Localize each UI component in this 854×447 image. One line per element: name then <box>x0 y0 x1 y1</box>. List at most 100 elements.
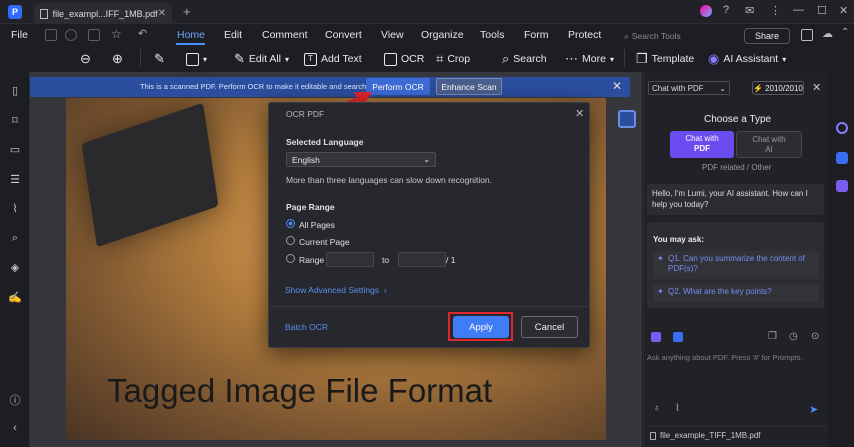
page-thumbnail-icon[interactable] <box>618 110 636 128</box>
batch-ocr-link[interactable]: Batch OCR <box>285 322 328 332</box>
more-button[interactable]: ⋯ More ▾ <box>565 50 614 68</box>
share-button[interactable]: Share <box>744 28 790 44</box>
chevron-right-icon: › <box>384 285 387 295</box>
range-to-input[interactable] <box>398 252 446 267</box>
menu-organize[interactable]: Organize <box>421 29 464 41</box>
send-icon[interactable]: ➤ <box>809 403 818 416</box>
signature-icon[interactable]: ✍ <box>8 291 22 304</box>
suggestion-q1[interactable]: ✦ Q1. Can you summarize the content of P… <box>653 251 819 279</box>
sparkle-icon: ✦ <box>657 254 664 263</box>
translate-icon[interactable] <box>673 332 683 342</box>
new-tab-button[interactable]: + <box>183 4 191 19</box>
menu-convert[interactable]: Convert <box>325 29 362 41</box>
left-sidebar <box>0 72 30 447</box>
print-icon[interactable] <box>65 29 77 41</box>
chat-with-ai-tab[interactable]: Chat with AI <box>736 131 802 158</box>
layers-icon[interactable]: ☰ <box>8 173 22 186</box>
chat-mode-select[interactable]: Chat with PDF ⌄ <box>648 81 730 95</box>
lightbulb-icon[interactable]: ♁ <box>653 403 661 414</box>
undo-icon[interactable] <box>88 29 100 41</box>
template-button[interactable]: ❒ Template <box>636 50 694 68</box>
range-label: Range <box>299 255 325 265</box>
enhance-scan-button[interactable]: Enhance Scan <box>436 78 502 95</box>
close-window-button[interactable]: ✕ <box>839 4 848 17</box>
page-range-label: Page Range <box>286 202 335 212</box>
translate-sidebar-icon[interactable] <box>836 152 848 164</box>
menu-tools[interactable]: Tools <box>480 29 505 41</box>
apply-button[interactable]: Apply <box>453 316 509 338</box>
settings-icon[interactable]: ⊙ <box>811 331 819 342</box>
edit-all-button[interactable]: ✎ Edit All ▾ <box>234 50 289 68</box>
search-icon[interactable]: ⌕ <box>8 232 22 245</box>
ocr-button[interactable]: OCR <box>384 50 424 68</box>
current-page-radio[interactable] <box>286 236 295 245</box>
chat-with-pdf-tab[interactable]: Chat with PDF <box>670 131 734 158</box>
menu-protect[interactable]: Protect <box>568 29 601 41</box>
save-icon[interactable] <box>45 29 57 41</box>
tab-close-icon[interactable]: ✕ <box>158 8 166 19</box>
more-icon[interactable]: ⋮ <box>770 4 781 17</box>
highlight-button[interactable]: ✎ <box>154 50 165 68</box>
attached-file[interactable]: file_example_TIFF_1MB.pdf <box>650 431 761 440</box>
suggestion-q2[interactable]: ✦ Q2. What are the key points? <box>653 284 819 302</box>
ai-bot-icon[interactable] <box>836 122 848 134</box>
suggestion-q1-text: Q1. Can you summarize the content of PDF… <box>668 254 805 273</box>
search-button[interactable]: ⌕ Search <box>502 50 547 68</box>
banner-close-icon[interactable]: ✕ <box>612 79 622 93</box>
range-from-input[interactable] <box>326 252 374 267</box>
panel-close-icon[interactable]: ✕ <box>812 81 821 94</box>
assistant-greeting: Hello, I'm Lumi, your AI assistant. How … <box>647 184 824 215</box>
attachment-icon[interactable]: ⌇ <box>8 202 22 215</box>
app-logo-icon[interactable]: P <box>8 5 22 19</box>
zoom-in-button[interactable]: ⊕ <box>112 50 123 68</box>
page-icon[interactable]: ▯ <box>8 84 22 97</box>
menu-home[interactable]: Home <box>177 29 205 41</box>
ask-input[interactable]: Ask anything about PDF. Press '#' for Pr… <box>647 353 802 362</box>
file-icon <box>40 8 48 19</box>
search-tools-input[interactable]: ⌕ Search Tools <box>624 29 752 43</box>
cloud-icon[interactable]: ☁ <box>822 27 833 40</box>
attach-icon[interactable]: ⌇ <box>675 403 680 414</box>
menu-form[interactable]: Form <box>524 29 549 41</box>
bookmark-icon[interactable]: ⌑ <box>8 114 22 127</box>
crop-button[interactable]: ⌗ Crop <box>436 50 470 68</box>
range-radio[interactable] <box>286 254 295 263</box>
cancel-button[interactable]: Cancel <box>521 316 578 338</box>
zoom-out-button[interactable]: ⊖ <box>80 50 91 68</box>
menu-edit[interactable]: Edit <box>224 29 242 41</box>
maximize-button[interactable]: ☐ <box>817 4 827 17</box>
menu-file[interactable]: File <box>11 29 28 41</box>
credits-badge[interactable]: ⚡ 2010/2010 <box>752 81 804 95</box>
dialog-close-icon[interactable]: ✕ <box>575 107 584 120</box>
star-icon[interactable]: ☆ <box>111 27 122 41</box>
language-value: English <box>292 154 320 165</box>
help-icon[interactable]: ? <box>723 4 729 16</box>
ai-assistant-button[interactable]: ◉ AI Assistant ▾ <box>708 50 786 68</box>
menu-view[interactable]: View <box>381 29 404 41</box>
shape-button[interactable]: ▾ <box>186 50 207 68</box>
check-task-icon[interactable] <box>836 180 848 192</box>
chevron-left-icon[interactable]: ‹ <box>8 422 22 434</box>
help-icon[interactable]: ⓘ <box>8 392 22 408</box>
zoom-out-icon: ⊖ <box>80 51 91 66</box>
copy-icon[interactable]: ❐ <box>768 331 777 342</box>
chat-with-ai-line1: Chat with <box>752 135 786 144</box>
all-pages-radio[interactable] <box>286 219 295 228</box>
avatar[interactable] <box>700 5 712 17</box>
comment-icon[interactable]: ▭ <box>8 143 22 156</box>
advanced-settings-link[interactable]: Show Advanced Settings › <box>285 285 387 295</box>
add-text-button[interactable]: T Add Text <box>304 50 362 68</box>
screen-icon[interactable] <box>801 29 813 41</box>
minimize-button[interactable]: — <box>793 4 804 16</box>
zoom-in-icon: ⊕ <box>112 51 123 66</box>
collapse-up-icon[interactable]: ⌃ <box>841 27 849 38</box>
history-icon[interactable]: ◷ <box>789 331 798 342</box>
prompt-icon[interactable] <box>651 332 661 342</box>
message-icon[interactable]: ✉ <box>745 4 754 17</box>
undo-arrow-icon[interactable]: ↶ <box>138 27 147 40</box>
ai-assistant-label: AI Assistant <box>723 53 779 65</box>
menu-comment[interactable]: Comment <box>262 29 308 41</box>
document-tab[interactable]: file_exampl...IFF_1MB.pdf ✕ <box>34 3 172 24</box>
stack-icon[interactable]: ◈ <box>8 261 22 274</box>
language-select[interactable]: English ⌄ <box>286 152 436 167</box>
